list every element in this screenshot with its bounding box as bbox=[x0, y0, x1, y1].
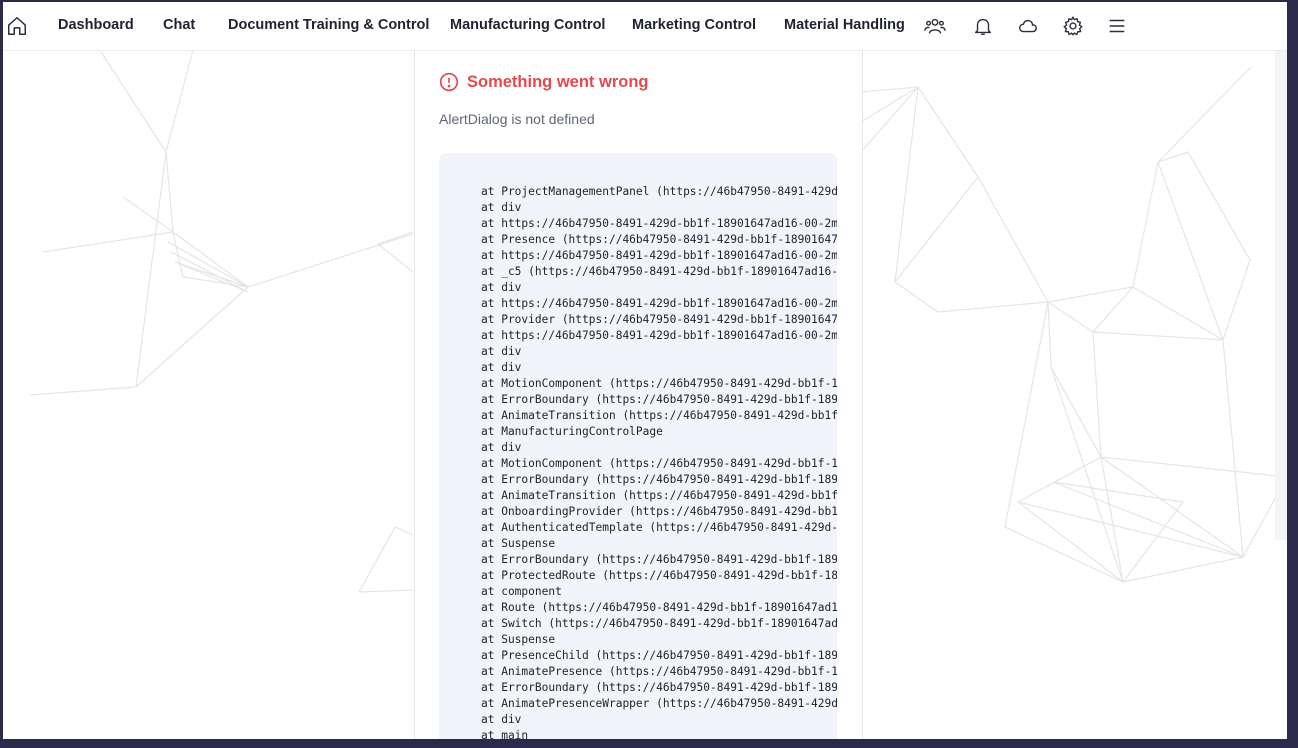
stack-trace-line: at Presence (https://46b47950-8491-429d-… bbox=[481, 233, 837, 246]
page-scrollbar[interactable] bbox=[1275, 20, 1287, 540]
stack-trace-line: at ErrorBoundary (https://46b47950-8491-… bbox=[481, 393, 837, 406]
error-title: Something went wrong bbox=[467, 72, 649, 91]
stack-trace-line: at AnimatePresenceWrapper (https://46b47… bbox=[481, 697, 837, 710]
stack-trace-line: at https://46b47950-8491-429d-bb1f-18901… bbox=[481, 217, 837, 230]
stack-trace-line: at MotionComponent (https://46b47950-849… bbox=[481, 457, 837, 470]
stack-trace-line: at AnimateTransition (https://46b47950-8… bbox=[481, 489, 837, 502]
bell-icon[interactable] bbox=[972, 15, 994, 37]
cloud-icon[interactable] bbox=[1017, 15, 1039, 37]
menu-icon[interactable] bbox=[1106, 15, 1128, 37]
stack-trace-line: at div bbox=[481, 201, 522, 214]
stack-trace: at ProjectManagementPanel (https://46b47… bbox=[481, 184, 837, 739]
stack-trace-line: at AnimateTransition (https://46b47950-8… bbox=[481, 409, 837, 422]
stack-trace-line: at _c5 (https://46b47950-8491-429d-bb1f-… bbox=[481, 265, 837, 278]
stack-trace-line: at https://46b47950-8491-429d-bb1f-18901… bbox=[481, 297, 837, 310]
stack-trace-line: at https://46b47950-8491-429d-bb1f-18901… bbox=[481, 329, 837, 342]
app-window: Dashboard Chat Document Training & Contr… bbox=[3, 2, 1287, 739]
team-icon[interactable] bbox=[924, 15, 946, 37]
alert-circle-icon bbox=[439, 72, 459, 92]
stack-trace-line: at Suspense bbox=[481, 537, 556, 550]
stack-trace-line: at div bbox=[481, 281, 522, 294]
stack-trace-line: at ErrorBoundary (https://46b47950-8491-… bbox=[481, 473, 837, 486]
stack-trace-line: at MotionComponent (https://46b47950-849… bbox=[481, 377, 837, 390]
stack-trace-line: at div bbox=[481, 441, 522, 454]
stack-trace-line: at PresenceChild (https://46b47950-8491-… bbox=[481, 649, 837, 662]
stack-trace-line: at ProtectedRoute (https://46b47950-8491… bbox=[481, 569, 837, 582]
stack-trace-line: at Suspense bbox=[481, 633, 556, 646]
stack-trace-line: at main bbox=[481, 729, 529, 739]
error-header: Something went wrong bbox=[439, 72, 649, 92]
stack-trace-line: at OnboardingProvider (https://46b47950-… bbox=[481, 505, 837, 518]
stack-trace-line: at Provider (https://46b47950-8491-429d-… bbox=[481, 313, 837, 326]
stack-trace-line: at https://46b47950-8491-429d-bb1f-18901… bbox=[481, 249, 837, 262]
nav-link-document-training[interactable]: Document Training & Control bbox=[228, 17, 429, 33]
stack-trace-line: at div bbox=[481, 361, 522, 374]
stack-trace-line: at Route (https://46b47950-8491-429d-bb1… bbox=[481, 601, 837, 614]
stack-trace-line: at ProjectManagementPanel (https://46b47… bbox=[481, 185, 837, 198]
home-icon[interactable] bbox=[6, 15, 28, 37]
nav-link-material-handling[interactable]: Material Handling bbox=[784, 17, 905, 33]
nav-link-manufacturing-control[interactable]: Manufacturing Control bbox=[450, 17, 605, 33]
gear-icon[interactable] bbox=[1062, 15, 1084, 37]
stack-trace-line: at AuthenticatedTemplate (https://46b479… bbox=[481, 521, 837, 534]
stack-trace-line: at component bbox=[481, 585, 562, 598]
stack-trace-box[interactable]: at ProjectManagementPanel (https://46b47… bbox=[439, 153, 837, 739]
nav-link-chat[interactable]: Chat bbox=[163, 17, 195, 33]
stack-trace-line: at ErrorBoundary (https://46b47950-8491-… bbox=[481, 553, 837, 566]
stack-trace-line: at div bbox=[481, 345, 522, 358]
error-message: AlertDialog is not defined bbox=[439, 111, 595, 127]
nav-link-marketing-control[interactable]: Marketing Control bbox=[632, 17, 756, 33]
error-panel: Something went wrong AlertDialog is not … bbox=[414, 51, 863, 739]
stack-trace-line: at ErrorBoundary (https://46b47950-8491-… bbox=[481, 681, 837, 694]
stack-trace-line: at div bbox=[481, 713, 522, 726]
nav-link-dashboard[interactable]: Dashboard bbox=[58, 17, 134, 33]
top-navbar: Dashboard Chat Document Training & Contr… bbox=[3, 2, 1287, 51]
stack-trace-line: at AnimatePresence (https://46b47950-849… bbox=[481, 665, 837, 678]
stack-trace-line: at Switch (https://46b47950-8491-429d-bb… bbox=[481, 617, 837, 630]
stack-trace-line: at ManufacturingControlPage bbox=[481, 425, 663, 438]
